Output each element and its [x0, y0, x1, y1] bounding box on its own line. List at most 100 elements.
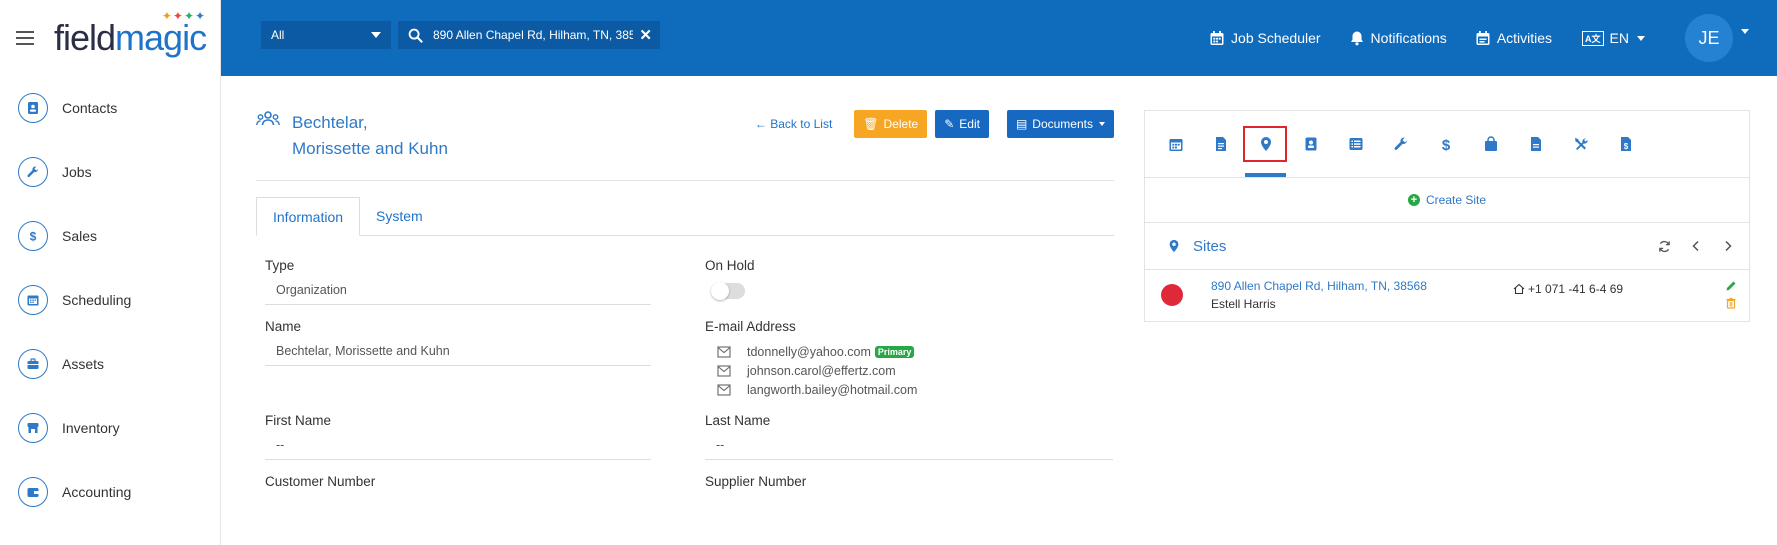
tab-contacts[interactable] — [1288, 111, 1333, 177]
chevron-down-icon[interactable] — [1741, 28, 1749, 34]
sidebar-item-label: Accounting — [62, 484, 132, 500]
sidebar-item-label: Inventory — [62, 420, 120, 436]
record-header: Bechtelar, Morissette and Kuhn ← Back to… — [256, 110, 1114, 181]
sidebar-item-inventory[interactable]: Inventory — [0, 396, 220, 460]
edit-button[interactable]: ✎ Edit — [935, 110, 989, 138]
activities-link[interactable]: Activities — [1475, 30, 1552, 46]
tab-orders[interactable] — [1468, 111, 1513, 177]
tab-tools[interactable] — [1558, 111, 1603, 177]
page-title-line2: Morissette and Kuhn — [292, 139, 448, 158]
avatar[interactable]: JE — [1685, 14, 1733, 62]
activities-label: Activities — [1496, 30, 1553, 46]
refresh-icon[interactable] — [1657, 239, 1671, 253]
onhold-toggle[interactable] — [711, 282, 745, 300]
contact-book-icon — [1305, 137, 1316, 151]
delete-label: Delete — [883, 117, 919, 131]
chevron-left-icon[interactable] — [1689, 239, 1703, 253]
email-value[interactable]: langworth.bailey@hotmail.com — [747, 383, 917, 397]
notifications-link[interactable]: Notifications — [1349, 30, 1447, 46]
calendar-icon — [1210, 31, 1224, 45]
email-field: E-mail Address tdonnelly@yahoo.com Prima… — [705, 319, 1115, 399]
sidebar-item-label: Contacts — [62, 100, 118, 116]
main-content: Bechtelar, Morissette and Kuhn ← Back to… — [256, 110, 1114, 513]
type-field: Type Organization — [265, 258, 705, 305]
edit-icon: ✎ — [944, 117, 955, 131]
last-name-label: Last Name — [705, 413, 771, 428]
chevron-right-icon[interactable] — [1721, 239, 1735, 253]
wrench-icon — [1394, 137, 1407, 150]
top-links: Job Scheduler Notifications Activities A… — [1181, 0, 1749, 76]
delete-button[interactable]: 🗑 Delete — [854, 110, 928, 138]
search-icon — [408, 28, 423, 43]
menu-icon[interactable] — [16, 31, 34, 45]
sidebar-item-assets[interactable]: Assets — [0, 332, 220, 396]
search-box: ✕ — [398, 21, 660, 49]
tab-jobs[interactable] — [1378, 111, 1423, 177]
sidebar-item-jobs[interactable]: Jobs — [0, 140, 220, 204]
sparkle-icon: ✦✦✦✦ — [161, 9, 207, 23]
language-select[interactable]: A文 EN — [1582, 30, 1645, 46]
type-label: Type — [265, 258, 295, 273]
search-filter-select[interactable]: All — [261, 21, 391, 49]
tools-icon — [1574, 138, 1588, 150]
record-actions: ← Back to List 🗑 Delete ✎ Edit ▤ Documents — [755, 110, 1114, 138]
trash-icon[interactable] — [1725, 297, 1737, 309]
clear-search-icon[interactable]: ✕ — [639, 26, 652, 44]
job-scheduler-label: Job Scheduler — [1231, 30, 1321, 46]
site-address-link[interactable]: 890 Allen Chapel Rd, Hilham, TN, 38568 — [1211, 279, 1427, 293]
arrow-left-icon: ← — [754, 117, 771, 131]
record-tabs: Information System — [256, 197, 1114, 236]
search-input[interactable] — [431, 27, 635, 43]
back-to-list-link[interactable]: ← Back to List — [755, 117, 832, 131]
tab-sites[interactable] — [1243, 111, 1288, 177]
email-value[interactable]: johnson.carol@effertz.com — [747, 364, 896, 378]
svg-text:$: $ — [30, 230, 37, 244]
calendar-check-icon — [1476, 31, 1490, 45]
sidebar: fieldmagic ✦✦✦✦ Contacts Jobs $ Sales Sc… — [0, 0, 221, 545]
edit-label: Edit — [959, 117, 980, 131]
tab-notes[interactable] — [1198, 111, 1243, 177]
email-value[interactable]: tdonnelly@yahoo.com — [747, 345, 871, 359]
tab-documents[interactable] — [1513, 111, 1558, 177]
dollar-icon: $ — [18, 221, 48, 251]
documents-button[interactable]: ▤ Documents — [1006, 110, 1114, 138]
document-icon — [1215, 137, 1226, 151]
information-fields: Type Organization On Hold Name Bechtelar… — [256, 258, 1114, 513]
create-site-button[interactable]: + Create Site — [1145, 178, 1749, 223]
email-item: tdonnelly@yahoo.com Primary — [705, 342, 1115, 361]
wrench-icon — [18, 157, 48, 187]
sidebar-item-scheduling[interactable]: Scheduling — [0, 268, 220, 332]
topbar: All ✕ Job Scheduler Notifications Activi… — [221, 0, 1777, 76]
bell-icon — [1350, 31, 1363, 46]
customer-number-label: Customer Number — [265, 474, 376, 489]
related-panel: $ $ + Create Site Sites 890 Allen Chapel… — [1144, 110, 1750, 322]
users-icon — [256, 110, 280, 135]
page-title: Bechtelar, Morissette and Kuhn — [292, 110, 472, 162]
first-name-field: First Name -- — [265, 413, 705, 460]
envelope-icon — [717, 364, 731, 377]
job-scheduler-link[interactable]: Job Scheduler — [1209, 30, 1321, 46]
tab-list[interactable] — [1333, 111, 1378, 177]
wallet-icon — [18, 477, 48, 507]
documents-label: Documents — [1032, 117, 1093, 131]
sidebar-item-sales[interactable]: $ Sales — [0, 204, 220, 268]
contact-book-icon — [18, 93, 48, 123]
briefcase-icon — [18, 349, 48, 379]
name-field: Name Bechtelar, Morissette and Kuhn — [265, 319, 705, 399]
tab-calendar[interactable] — [1153, 111, 1198, 177]
svg-text:$: $ — [1441, 137, 1450, 152]
sidebar-item-accounting[interactable]: Accounting — [0, 460, 220, 524]
tab-system[interactable]: System — [360, 197, 439, 235]
onhold-label: On Hold — [705, 258, 755, 273]
logo[interactable]: fieldmagic ✦✦✦✦ — [54, 10, 207, 56]
last-name-value: -- — [705, 438, 1113, 460]
tab-invoices[interactable]: $ — [1603, 111, 1648, 177]
store-icon — [18, 413, 48, 443]
tab-sales[interactable]: $ — [1423, 111, 1468, 177]
sidebar-item-contacts[interactable]: Contacts — [0, 76, 220, 140]
onhold-field: On Hold — [705, 258, 1115, 305]
site-phone-value: +1 071 -41 6-4 69 — [1528, 282, 1624, 296]
pencil-icon[interactable] — [1725, 280, 1737, 292]
site-contact-name: Estell Harris — [1211, 297, 1276, 311]
tab-information[interactable]: Information — [256, 197, 361, 236]
